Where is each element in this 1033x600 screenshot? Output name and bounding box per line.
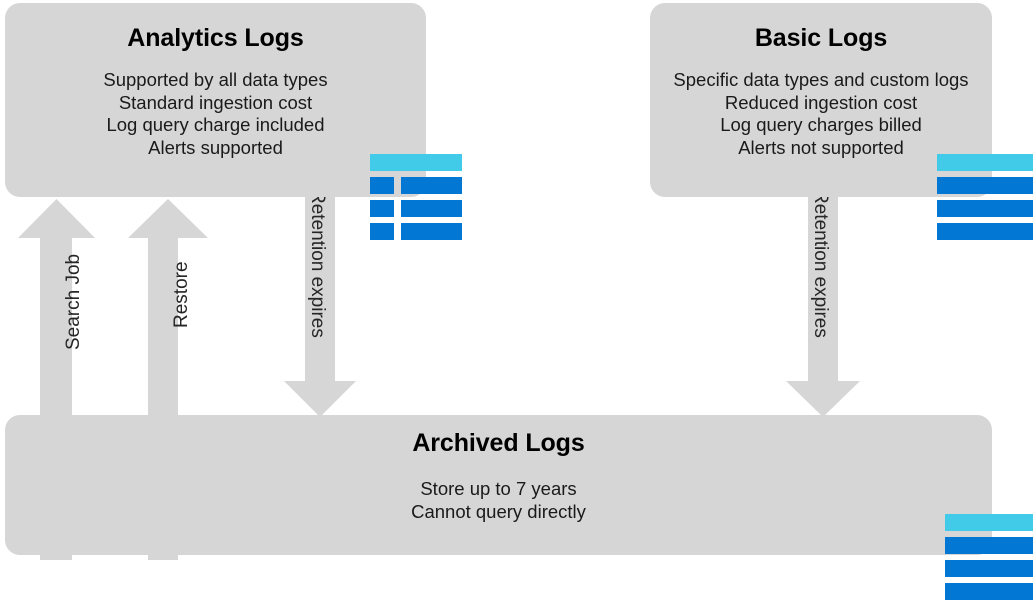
table-icon-row (370, 200, 462, 217)
card-body-analytics-logs: Supported by all data types Standard ing… (5, 69, 426, 159)
table-icon-gap (394, 223, 401, 240)
card-title-basic-logs: Basic Logs (754, 24, 888, 52)
card-title-analytics-logs: Analytics Logs (127, 24, 304, 52)
table-icon-row (945, 560, 1033, 577)
table-icon-cell (401, 177, 462, 194)
card-line: Standard ingestion cost (118, 91, 313, 113)
table-icon-cell (401, 223, 462, 240)
card-body-archived-logs: Store up to 7 years Cannot query directl… (5, 478, 992, 523)
table-icon-row (937, 223, 1033, 240)
table-icon-header-row (937, 154, 1033, 171)
card-line: Reduced ingestion cost (724, 91, 918, 113)
table-icon-cell (370, 200, 394, 217)
card-line: Log query charge included (106, 114, 325, 135)
card-line: Specific data types and custom logs (673, 69, 969, 90)
diagram-canvas: Search Job Restore Retention expires Ret… (0, 0, 1033, 600)
arrow-label-search-job: Search Job (63, 253, 84, 350)
table-icon-row (945, 537, 1033, 554)
table-icon-row (945, 583, 1033, 600)
arrow-label-retention-expires-analytics: Retention expires (307, 190, 328, 338)
table-split-icon (370, 154, 462, 240)
card-line: Alerts supported (148, 136, 283, 158)
table-icon-row (937, 177, 1033, 194)
table-icon-row (937, 200, 1033, 217)
card-line: Supported by all data types (103, 69, 328, 90)
card-line: Store up to 7 years (420, 478, 577, 499)
table-icon-row (370, 223, 462, 240)
table-icon-gap (394, 200, 401, 217)
card-body-basic-logs: Specific data types and custom logs Redu… (650, 69, 992, 159)
table-icon-basic (937, 154, 1033, 240)
card-line: Log query charges billed (720, 114, 922, 135)
table-icon-cell (370, 177, 394, 194)
card-line: Cannot query directly (411, 500, 586, 522)
table-icon-header-row (945, 514, 1033, 531)
table-icon-archived (945, 514, 1033, 600)
arrow-label-restore: Restore (171, 261, 192, 328)
card-analytics-logs: Analytics Logs Supported by all data typ… (5, 3, 426, 197)
card-archived-logs: Archived Logs Store up to 7 years Cannot… (5, 415, 992, 555)
arrow-label-retention-expires-basic: Retention expires (810, 190, 831, 338)
table-icon-row (370, 177, 462, 194)
card-title-archived-logs: Archived Logs (412, 429, 585, 457)
table-icon-header-row (370, 154, 462, 171)
table-icon-gap (394, 177, 401, 194)
table-icon-cell (401, 200, 462, 217)
table-icon-cell (370, 223, 394, 240)
